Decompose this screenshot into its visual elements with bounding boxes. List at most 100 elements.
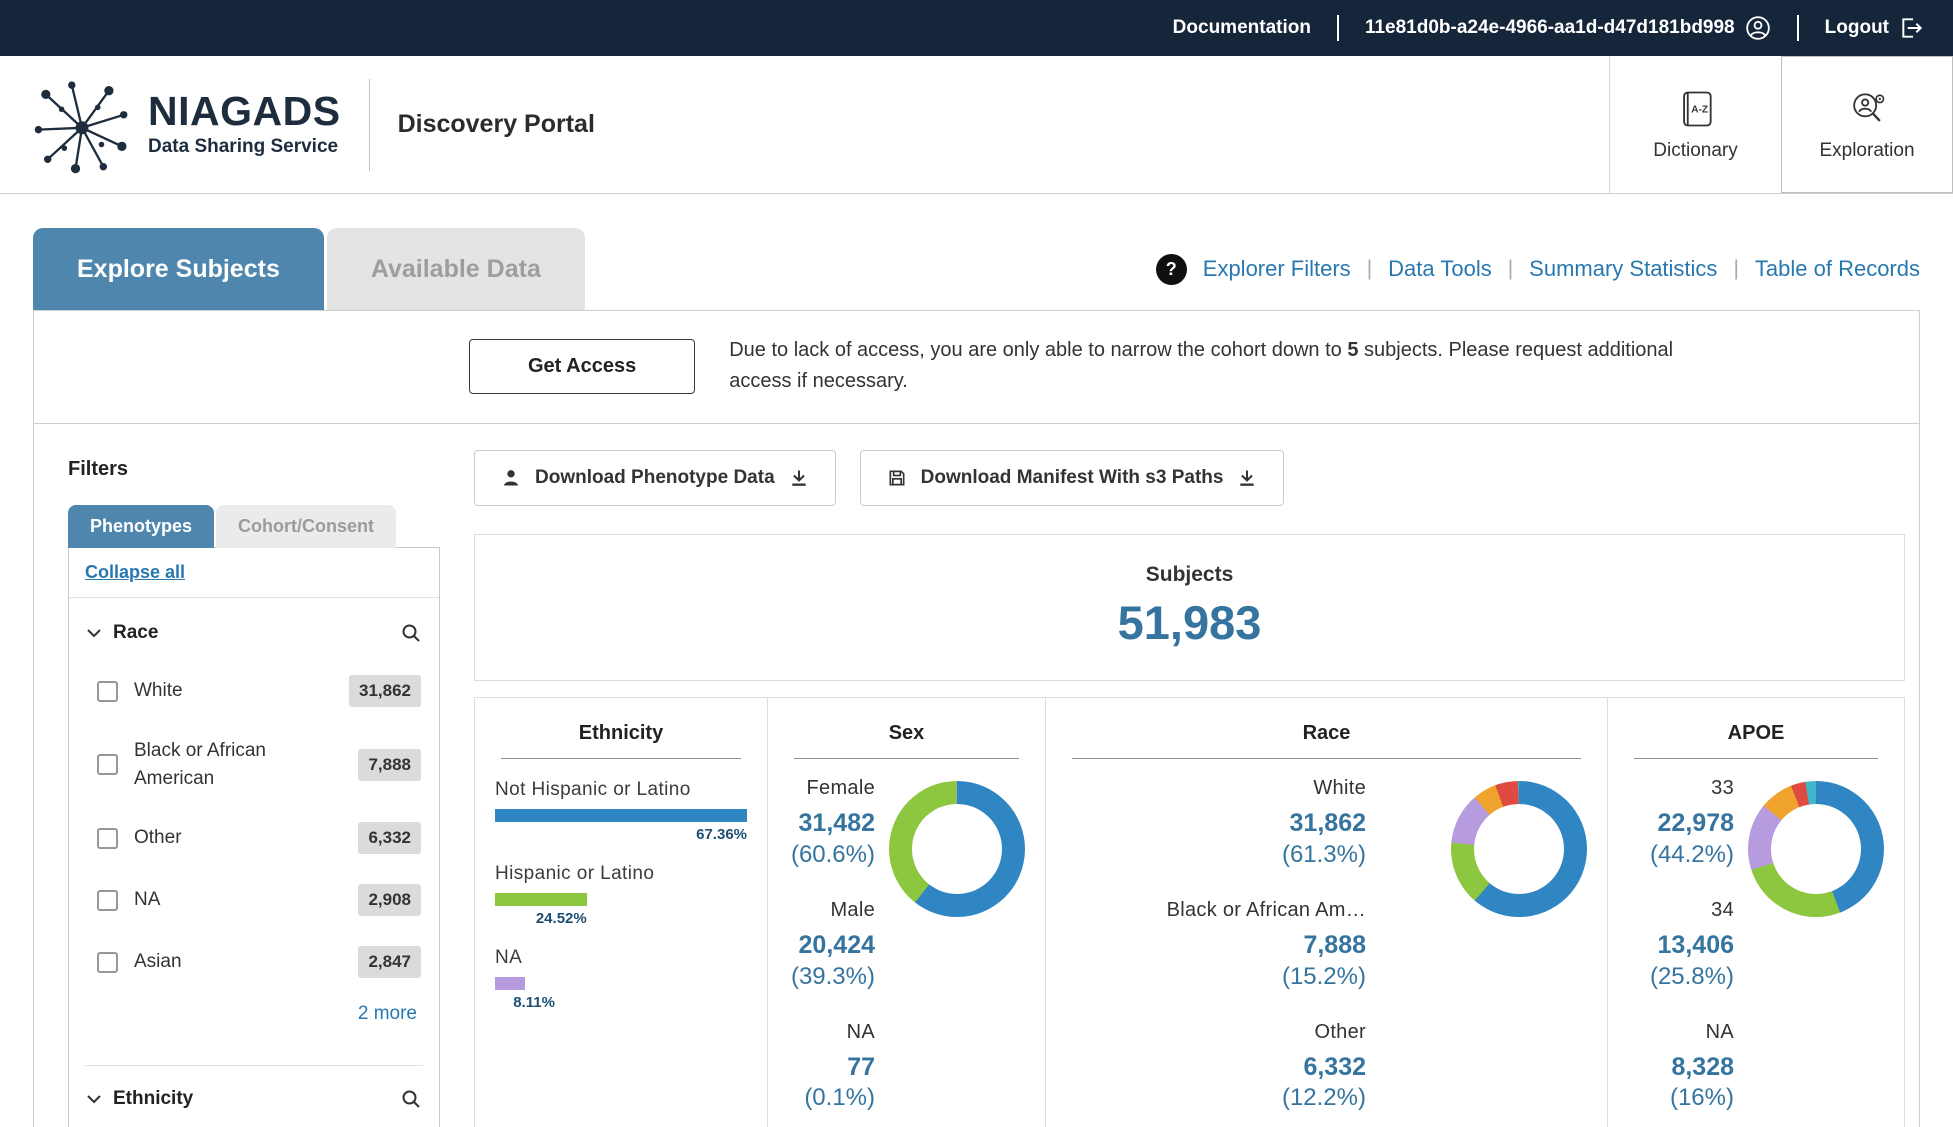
ethnicity-bar-value: 67.36% xyxy=(495,826,747,843)
checkbox-black-or-african-american[interactable] xyxy=(97,754,118,775)
explore-subjects-panel: Get Access Due to lack of access, you ar… xyxy=(33,310,1920,1127)
checkbox-asian[interactable] xyxy=(97,952,118,973)
apoe-chart-panel: APOE 3322,978(44.2%)3413,406(25.8%)NA8,3… xyxy=(1607,698,1904,1127)
race-option-row: Asian 2,847 xyxy=(85,931,423,993)
download-manifest-button[interactable]: Download Manifest With s3 Paths xyxy=(860,450,1285,506)
legend-count: 77 xyxy=(804,1053,875,1082)
logout-button[interactable]: Logout xyxy=(1825,15,1925,41)
nav-exploration-label: Exploration xyxy=(1819,140,1914,162)
race-facet-label: Race xyxy=(113,622,158,644)
documentation-label: Documentation xyxy=(1173,17,1311,39)
sex-donut-chart[interactable] xyxy=(889,781,1025,917)
nav-dictionary-label: Dictionary xyxy=(1653,140,1737,162)
donut-legend-item: NA77(0.1%) xyxy=(804,1021,875,1113)
niagads-logo-icon xyxy=(30,74,134,176)
link-explorer-filters[interactable]: Explorer Filters xyxy=(1203,256,1351,282)
help-icon[interactable]: ? xyxy=(1156,254,1187,285)
ethnicity-bar[interactable] xyxy=(495,893,587,906)
race-more-link[interactable]: 2 more xyxy=(358,1003,417,1024)
legend-category: Female xyxy=(791,777,875,800)
legend-percent: (39.3%) xyxy=(791,963,875,991)
tab-cohort-consent[interactable]: Cohort/Consent xyxy=(216,505,396,548)
race-option-row: NA 2,908 xyxy=(85,869,423,931)
legend-count: 31,482 xyxy=(791,809,875,838)
nav-exploration[interactable]: Exploration xyxy=(1781,56,1953,193)
link-table-of-records[interactable]: Table of Records xyxy=(1755,256,1920,282)
legend-percent: (60.6%) xyxy=(791,841,875,869)
access-notice: Get Access Due to lack of access, you ar… xyxy=(34,311,1919,423)
collapse-all-link[interactable]: Collapse all xyxy=(85,562,185,582)
download-phenotype-button[interactable]: Download Phenotype Data xyxy=(474,450,836,506)
ethnicity-bar-item: Hispanic or Latino24.52% xyxy=(495,863,747,927)
donut-legend-item: White31,862(61.3%) xyxy=(1282,777,1366,869)
link-data-tools[interactable]: Data Tools xyxy=(1388,256,1492,282)
subjects-label: Subjects xyxy=(485,563,1894,587)
option-label: Asian xyxy=(134,948,342,976)
quick-links: ? Explorer Filters | Data Tools | Summar… xyxy=(1156,254,1920,285)
legend-count: 7,888 xyxy=(1167,931,1366,960)
legend-count: 20,424 xyxy=(791,931,875,960)
download-manifest-label: Download Manifest With s3 Paths xyxy=(921,467,1224,489)
legend-count: 6,332 xyxy=(1282,1053,1366,1082)
tab-available-data[interactable]: Available Data xyxy=(327,228,585,310)
checkbox-other[interactable] xyxy=(97,828,118,849)
search-icon[interactable] xyxy=(401,623,421,643)
ethnicity-facet-header[interactable]: Ethnicity xyxy=(85,1065,423,1127)
race-option-row: Other 6,332 xyxy=(85,807,423,869)
tab-explore-subjects[interactable]: Explore Subjects xyxy=(33,228,324,310)
main-content: Download Phenotype Data Download Manifes… xyxy=(448,424,1919,1127)
tabs-row: Explore Subjects Available Data ? Explor… xyxy=(0,228,1953,310)
get-access-button[interactable]: Get Access xyxy=(469,339,695,394)
filters-sidebar: Filters Phenotypes Cohort/Consent Collap… xyxy=(34,424,448,1127)
checkbox-na[interactable] xyxy=(97,890,118,911)
legend-percent: (44.2%) xyxy=(1650,841,1734,869)
search-icon[interactable] xyxy=(401,1089,421,1109)
legend-category: NA xyxy=(804,1021,875,1044)
race-chart-legend: White31,862(61.3%) Black or African Am…7,… xyxy=(1066,773,1366,1127)
donut-hole xyxy=(912,804,1002,894)
race-donut-chart[interactable] xyxy=(1451,781,1587,917)
download-phenotype-label: Download Phenotype Data xyxy=(535,467,775,489)
brand-subtitle: Data Sharing Service xyxy=(148,136,341,158)
notice-subject-limit: 5 xyxy=(1347,339,1358,361)
option-count-badge: 31,862 xyxy=(349,675,421,707)
tab-phenotypes[interactable]: Phenotypes xyxy=(68,505,214,548)
race-facet-header[interactable]: Race xyxy=(85,606,423,660)
legend-percent: (16%) xyxy=(1670,1084,1734,1112)
option-label: NA xyxy=(134,886,342,914)
chart-title: Ethnicity xyxy=(501,722,741,759)
donut-hole xyxy=(1474,804,1564,894)
page-title: Discovery Portal xyxy=(398,110,595,139)
legend-percent: (61.3%) xyxy=(1282,841,1366,869)
apoe-donut-chart[interactable] xyxy=(1748,781,1884,917)
notice-text-before: Due to lack of access, you are only able… xyxy=(729,339,1347,361)
exploration-icon xyxy=(1845,87,1889,131)
option-count-badge: 7,888 xyxy=(358,749,421,781)
ethnicity-bar-value: 8.11% xyxy=(495,994,555,1011)
race-option-row: White 31,862 xyxy=(85,660,423,722)
nav-dictionary[interactable]: A-Z Dictionary xyxy=(1609,56,1781,193)
legend-category: Male xyxy=(791,899,875,922)
donut-legend-item: Male 20,424 (39.3%) xyxy=(791,899,875,991)
sex-chart-legend: Female 31,482 (60.6%) Male 20,424 (39.3%) NA 77… xyxy=(788,773,875,1127)
option-label: Other xyxy=(134,824,342,852)
brand-logo[interactable]: NIAGADS Data Sharing Service xyxy=(30,74,341,176)
documentation-link[interactable]: Documentation xyxy=(1173,17,1311,39)
ethnicity-bar-label: Not Hispanic or Latino xyxy=(495,779,747,801)
ethnicity-bar[interactable] xyxy=(495,809,747,822)
race-facet: Race White 31,862 Black or African Ameri… xyxy=(69,598,439,1061)
donut-legend-item: 3413,406(25.8%) xyxy=(1650,899,1734,991)
filter-tabs: Phenotypes Cohort/Consent xyxy=(68,505,448,548)
link-summary-statistics[interactable]: Summary Statistics xyxy=(1529,256,1717,282)
donut-legend-item: Black or African Am…7,888(15.2%) xyxy=(1167,899,1366,991)
apoe-chart-body: 3322,978(44.2%)3413,406(25.8%)NA8,328(16… xyxy=(1628,773,1884,1127)
ethnicity-bars: Not Hispanic or Latino 67.36% Hispanic or … xyxy=(495,779,747,1011)
user-session-link[interactable]: 11e81d0b-a24e-4966-aa1d-d47d181bd998 xyxy=(1365,15,1771,41)
checkbox-white[interactable] xyxy=(97,681,118,702)
notice-text: Due to lack of access, you are only able… xyxy=(729,335,1694,397)
logout-icon xyxy=(1899,15,1925,41)
ethnicity-bar[interactable] xyxy=(495,977,525,990)
sex-chart-panel: Sex Female31,482(60.6%)Male20,424(39.3%)… xyxy=(767,698,1045,1127)
chevron-down-icon xyxy=(87,1094,101,1104)
ethnicity-chart-panel: Ethnicity Not Hispanic or Latino 67.36% Hi… xyxy=(475,698,767,1127)
